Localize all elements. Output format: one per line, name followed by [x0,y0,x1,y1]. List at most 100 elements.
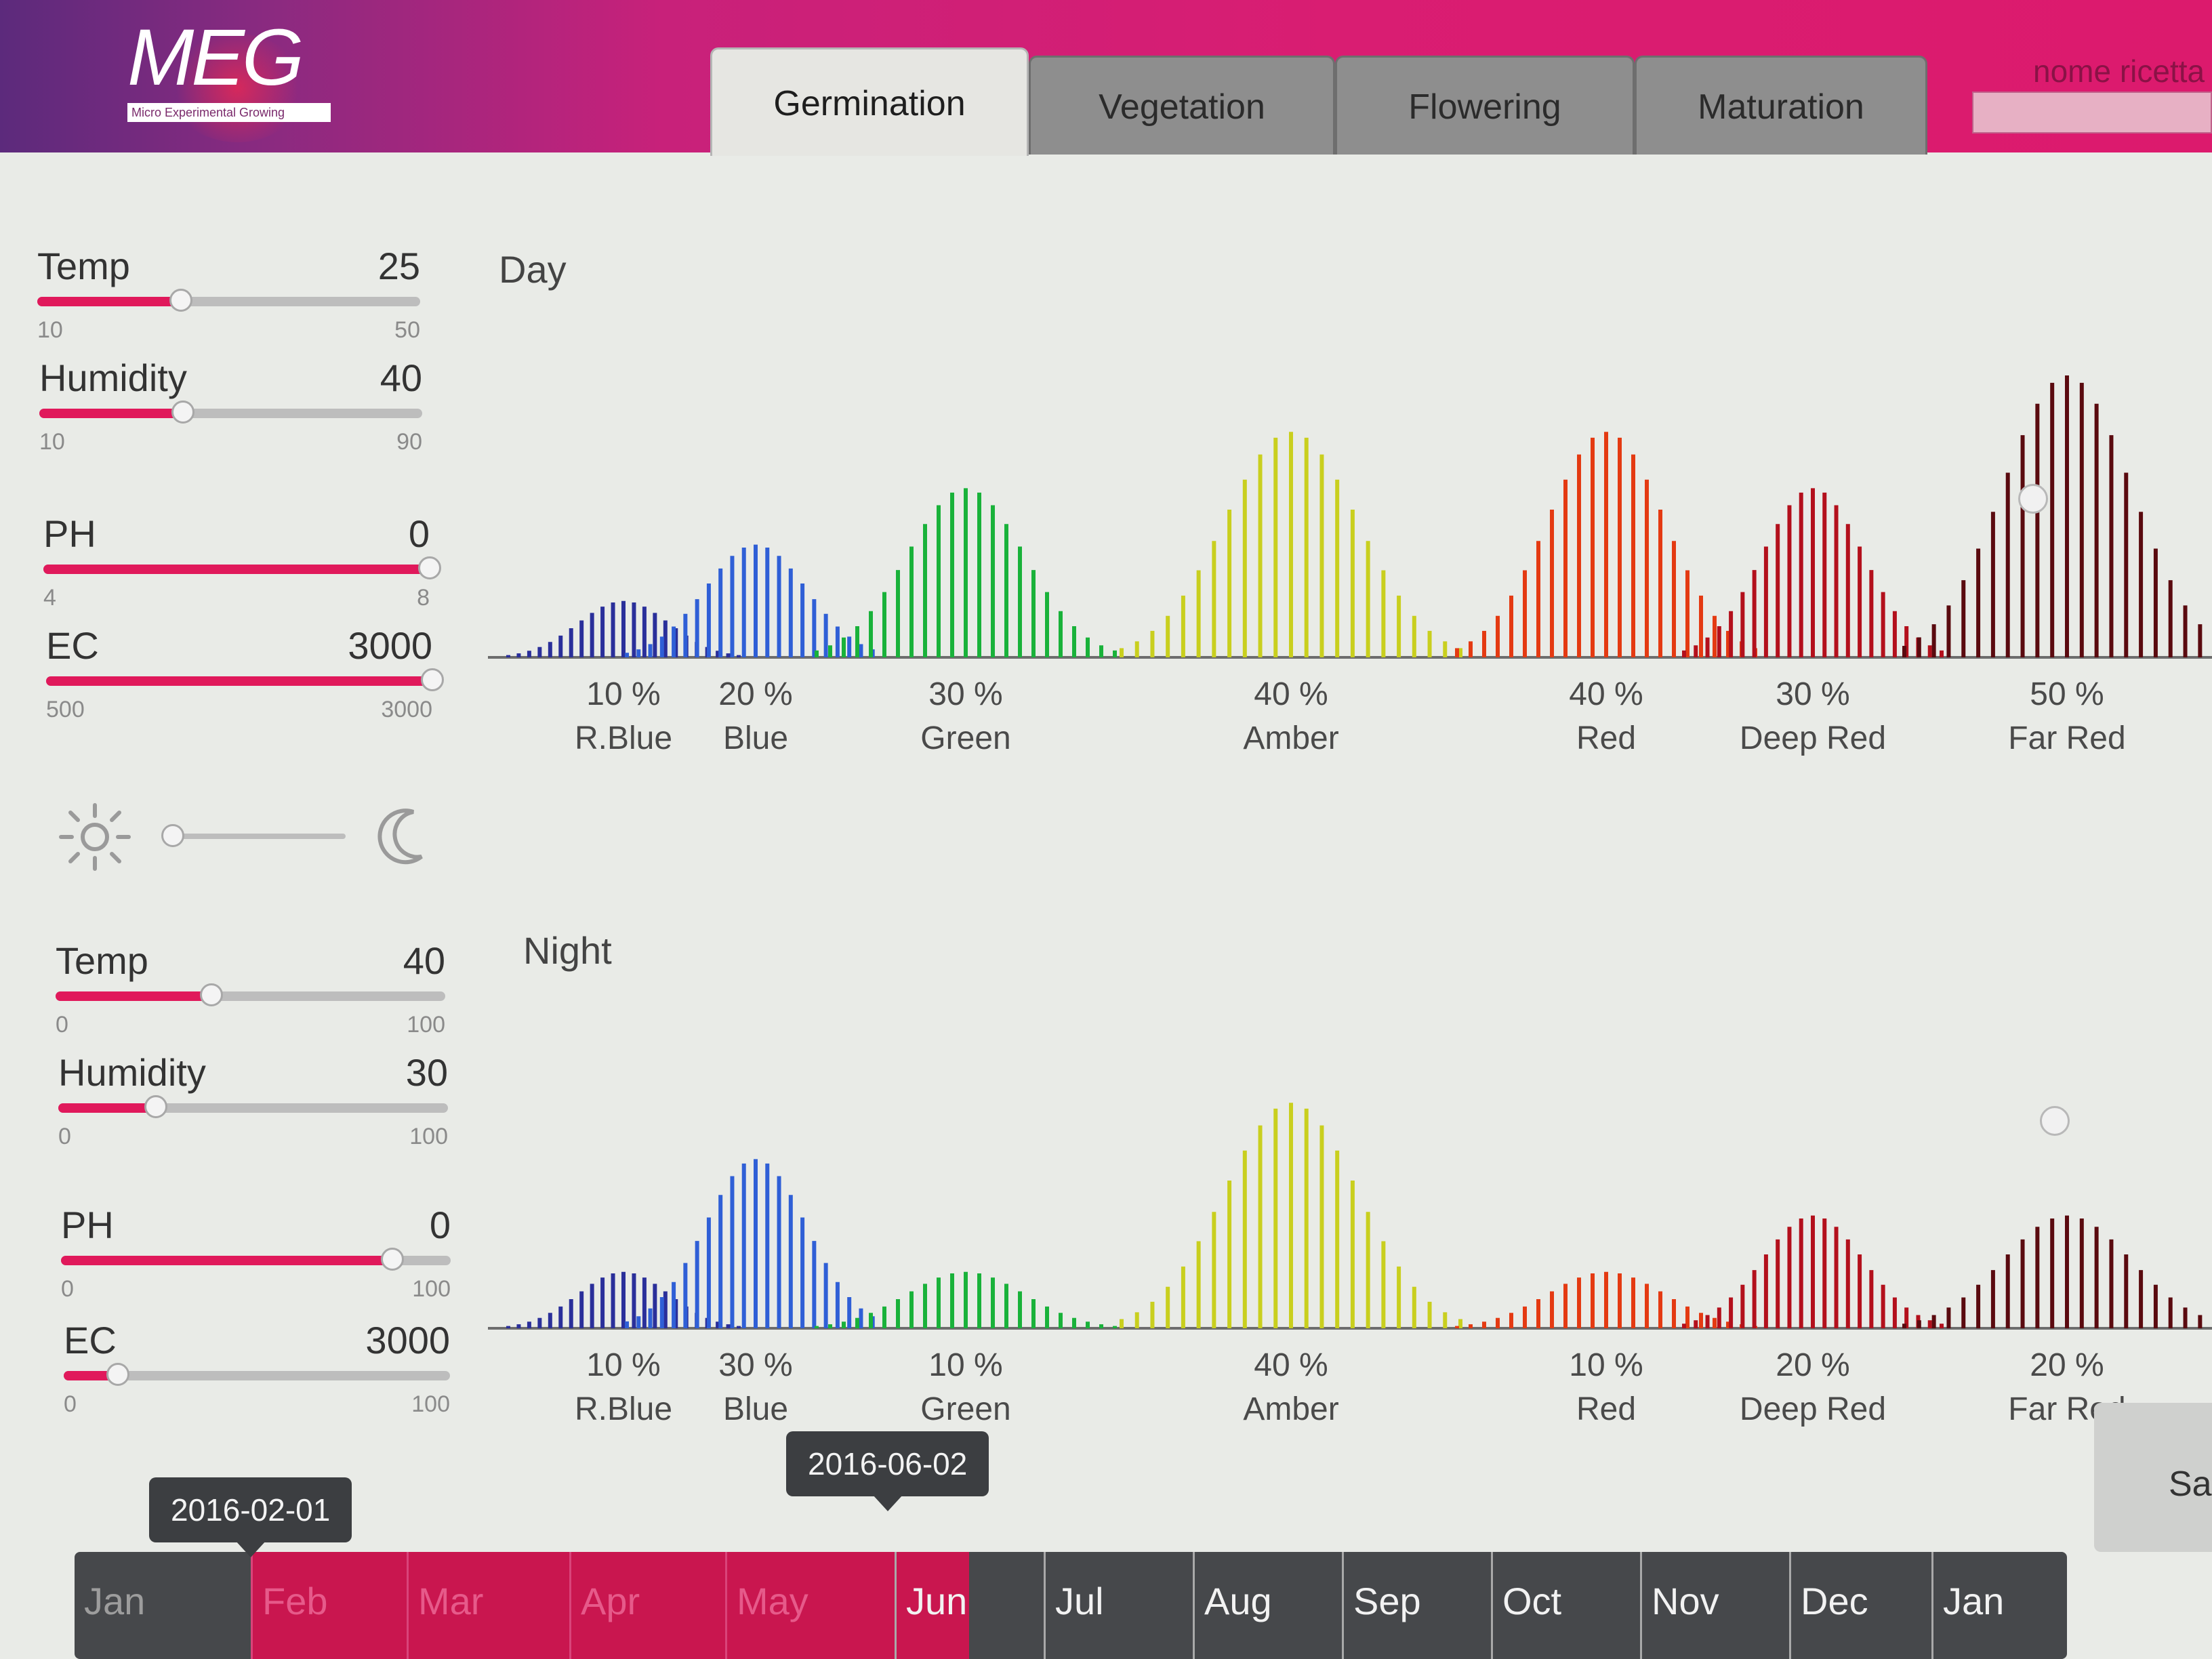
slider-thumb[interactable] [200,983,223,1006]
band-name-label: Red [1576,720,1636,756]
month-jan-next[interactable]: Jan [1931,1552,2067,1659]
month-mar[interactable]: Mar [407,1552,569,1659]
day-spectrum[interactable]: 10 % R.Blue 20 % Blue 30 % Green 40 % Amber 40 %… [488,319,2212,793]
slider-track[interactable] [43,556,441,579]
month-feb[interactable]: Feb [251,1552,407,1659]
night-ec-slider[interactable]: EC 3000 0 100 [64,1318,450,1420]
month-jun[interactable]: Jun [895,1552,1044,1659]
slider-track[interactable] [37,289,420,312]
timeline-bar[interactable]: Jan Feb Mar Apr May Jun Jul Aug Sep Oct … [75,1552,2067,1659]
month-dec[interactable]: Dec [1789,1552,1931,1659]
day-humidity-slider[interactable]: Humidity 40 10 90 [39,356,422,457]
band-percent-label: 10 % [928,1347,1002,1383]
spectrum-peak-deep-red[interactable] [1682,1215,1944,1328]
slider-max: 8 [417,585,430,611]
spectrum-peak-red[interactable] [1455,432,1757,657]
spectrum-peak-far-red[interactable] [1902,375,2212,657]
band-percent-label: 20 % [718,676,792,712]
tab-germination[interactable]: Germination [710,47,1029,156]
band-percent-label: 40 % [1569,676,1643,712]
month-jan[interactable]: Jan [75,1552,251,1659]
slider-track[interactable] [64,1363,450,1386]
night-humidity-slider[interactable]: Humidity 30 0 100 [58,1050,448,1152]
band-percent-label: 10 % [1569,1347,1643,1383]
slider-track[interactable] [61,1248,451,1271]
slider-thumb[interactable] [421,668,444,691]
month-apr[interactable]: Apr [569,1552,725,1659]
month-nov[interactable]: Nov [1640,1552,1789,1659]
slider-thumb[interactable] [144,1095,167,1118]
spectrum-peak-r-blue[interactable] [506,1271,741,1328]
slider-value: 40 [380,356,422,399]
slider-value: 40 [403,939,445,982]
night-temp-slider[interactable]: Temp 40 0 100 [56,939,445,1040]
night-spectrum-svg: 10 % R.Blue 30 % Blue 10 % Green 40 % Amber 10 %… [488,1103,2212,1427]
month-aug[interactable]: Aug [1193,1552,1342,1659]
end-date-tooltip[interactable]: 2016-06-02 [786,1431,989,1511]
slider-label: PH [43,512,96,555]
slider-label: EC [46,624,99,667]
spectrum-peak-deep-red[interactable] [1682,488,1944,657]
sun-icon[interactable] [54,800,136,874]
slider-label: Humidity [39,356,187,399]
spectrum-peak-r-blue[interactable] [506,600,741,657]
night-spectrum[interactable]: 10 % R.Blue 30 % Blue 10 % Green 40 % Amber 10 %… [488,989,2212,1464]
spectrum-peak-amber[interactable] [1120,432,1462,657]
save-button[interactable]: Sa [2094,1403,2212,1552]
tab-maturation[interactable]: Maturation [1635,56,1927,155]
slider-min: 10 [37,317,63,343]
spectrum-peak-red[interactable] [1455,1271,1757,1328]
moon-icon[interactable] [373,805,434,866]
recipe-name-input[interactable] [1972,91,2212,134]
tab-vegetation[interactable]: Vegetation [1029,56,1335,155]
meg-logo: MEG Micro Experimental Growing [122,14,339,142]
slider-track[interactable] [39,401,422,424]
slider-fill [43,565,430,574]
slider-label: PH [61,1204,114,1246]
band-percent-label: 30 % [718,1347,792,1383]
slider-fill [61,1256,392,1265]
slider-thumb[interactable] [418,556,441,579]
night-band-handle[interactable] [2040,1106,2070,1136]
slider-track[interactable] [56,983,445,1006]
app-header: MEG Micro Experimental Growing Germinati… [0,0,2212,156]
tab-flowering[interactable]: Flowering [1335,56,1635,155]
month-may[interactable]: May [725,1552,881,1659]
slider-value: 0 [429,1204,451,1246]
slider-min: 0 [56,1012,68,1038]
day-night-toggle[interactable] [54,800,434,874]
season-timeline[interactable]: Jan Feb Mar Apr May Jun Jul Aug Sep Oct … [75,1431,2067,1659]
slider-max: 50 [394,317,420,343]
slider-thumb[interactable] [171,401,194,424]
slider-thumb[interactable] [106,1363,129,1386]
night-ph-slider[interactable]: PH 0 0 100 [61,1203,451,1305]
day-temp-slider[interactable]: Temp 25 10 50 [37,244,420,346]
slider-label: EC [64,1319,117,1361]
band-percent-label: 20 % [1776,1347,1849,1383]
slider-max: 100 [409,1124,448,1149]
spectrum-peak-far-red[interactable] [1902,1215,2212,1328]
slider-track[interactable] [58,1095,448,1118]
spectrum-peak-amber[interactable] [1120,1103,1462,1328]
month-oct[interactable]: Oct [1491,1552,1640,1659]
start-date-tooltip[interactable]: 2016-02-01 [149,1477,352,1557]
day-ph-slider[interactable]: PH 0 4 8 [43,512,441,613]
month-jul[interactable]: Jul [1044,1552,1193,1659]
band-name-label: R.Blue [575,720,672,756]
day-band-handle[interactable] [2018,484,2048,514]
band-name-label: Green [920,1391,1010,1427]
month-sep[interactable]: Sep [1342,1552,1491,1659]
band-name-label: Blue [723,1391,788,1427]
slider-track[interactable] [46,668,444,691]
day-night-thumb[interactable] [161,824,184,847]
band-percent-label: 40 % [1254,676,1328,712]
slider-fill [39,409,183,418]
spectrum-peak-green[interactable] [815,488,1117,657]
day-ec-slider[interactable]: EC 3000 500 3000 [46,623,444,725]
slider-thumb[interactable] [169,289,192,312]
slider-label: Temp [37,245,130,287]
slider-fill [58,1103,156,1113]
slider-thumb[interactable] [380,1248,404,1271]
day-night-track[interactable] [163,834,346,839]
slider-min: 0 [61,1276,74,1302]
